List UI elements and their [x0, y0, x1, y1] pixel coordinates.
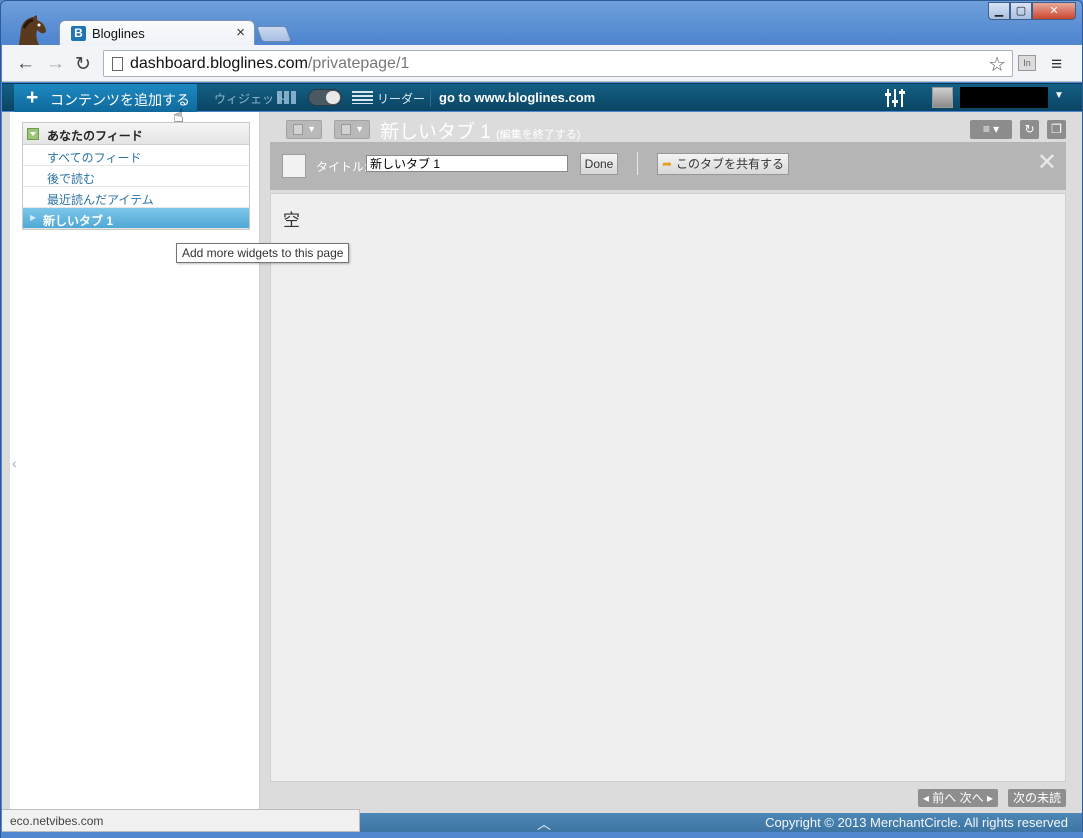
new-tab-button[interactable]: [256, 26, 292, 42]
tooltip: Add more widgets to this page: [176, 243, 350, 263]
collapse-sidebar-icon[interactable]: ‹: [12, 455, 17, 471]
browser-toolbar: ← → ↻ dashboard.bloglines.com/privatepag…: [2, 45, 1082, 82]
page-icon: [112, 57, 123, 71]
hand-cursor-icon: ☝: [173, 106, 184, 126]
username-redacted[interactable]: [960, 87, 1048, 108]
maximize-button[interactable]: ▢: [1010, 2, 1032, 20]
widget-canvas: 空: [270, 193, 1066, 782]
divider: [637, 152, 638, 175]
layout-menu-button[interactable]: ▼: [286, 120, 322, 139]
view-mode-button[interactable]: ≡ ▾: [970, 120, 1012, 139]
avatar[interactable]: [932, 87, 953, 108]
bloglines-favicon-icon: B: [71, 26, 86, 41]
window-border: [1, 832, 1083, 838]
widget-grid-icon[interactable]: [277, 91, 296, 104]
copyright: Copyright © 2013 MerchantCircle. All rig…: [765, 815, 1068, 830]
refresh-icon[interactable]: ↻: [1020, 120, 1039, 139]
sidebar-item-all-feeds[interactable]: すべてのフィード: [23, 145, 249, 166]
status-bar: eco.netvibes.com: [2, 809, 360, 832]
add-content-label: コンテンツを追加する: [50, 92, 190, 108]
main-panel: ▼ ▼ 新しいタブ 1 (編集を終了する) ≡ ▾ ↻ ❐ タイトル: Done: [270, 112, 1066, 815]
chevron-down-icon[interactable]: ▼: [1054, 90, 1064, 101]
address-bar[interactable]: dashboard.bloglines.com/privatepage/1 ☆: [103, 50, 1013, 77]
chevron-down-icon: ▼: [307, 124, 316, 134]
tab-tools: ≡ ▾ ↻ ❐: [970, 120, 1066, 139]
tab-name-heading[interactable]: 新しいタブ 1 (編集を終了する): [380, 117, 580, 144]
collapse-toggle-icon[interactable]: [27, 128, 39, 140]
page-icon: [341, 124, 351, 135]
next-label[interactable]: 次へ: [960, 791, 984, 805]
browser-window: B Bloglines × ▁ ▢ ✕ ← → ↻ dashboard.blog…: [0, 0, 1083, 838]
close-window-button[interactable]: ✕: [1032, 2, 1076, 20]
tab-title: Bloglines: [92, 26, 145, 41]
share-tab-button[interactable]: ➦ このタブを共有する: [657, 153, 790, 175]
reload-icon[interactable]: ↻: [75, 53, 91, 76]
next-unread-button[interactable]: 次の未読: [1007, 789, 1066, 807]
window-controls: ▁ ▢ ✕: [988, 2, 1076, 20]
divider: [430, 89, 431, 107]
done-button[interactable]: Done: [580, 153, 618, 175]
reader-list-icon[interactable]: [352, 91, 373, 104]
prev-next-buttons[interactable]: ◂ 前へ 次へ ▸: [917, 789, 998, 807]
url-path: /privatepage/1: [307, 55, 410, 72]
tab-strip: B Bloglines × ▁ ▢ ✕: [1, 1, 1082, 46]
tab-header: ▼ ▼ 新しいタブ 1 (編集を終了する) ≡ ▾ ↻ ❐: [270, 116, 1066, 144]
triangle-right-icon: ▶: [30, 213, 37, 222]
sidebar-item-new-tab[interactable]: ▶ 新しいタブ 1: [23, 208, 249, 229]
url-text: dashboard.bloglines.com/privatepage/1: [130, 55, 409, 73]
page-menu-button[interactable]: ▼: [334, 120, 370, 139]
finish-edit-link[interactable]: (編集を終了する): [496, 129, 580, 141]
tab-name: 新しいタブ 1: [380, 122, 491, 143]
app-topbar: + コンテンツを追加する ウィジェット リーダー go to www.blogl…: [2, 83, 1082, 114]
close-icon[interactable]: ✕: [1037, 148, 1057, 177]
widget-view-label[interactable]: ウィジェット: [214, 90, 286, 107]
chevron-up-icon[interactable]: ︿: [537, 814, 551, 834]
tab-close-icon[interactable]: ×: [236, 24, 245, 41]
plus-icon: +: [26, 86, 39, 109]
horse-logo-icon: [19, 15, 46, 45]
window-icon[interactable]: ❐: [1047, 120, 1066, 139]
minimize-button[interactable]: ▁: [988, 2, 1010, 20]
share-arrow-icon: ➦: [662, 157, 673, 171]
tab-icon-picker[interactable]: [282, 154, 306, 178]
add-content-button[interactable]: + コンテンツを追加する: [14, 84, 197, 114]
feed-box-header[interactable]: あなたのフィード: [23, 123, 249, 145]
layout-icon: [293, 124, 303, 135]
back-icon[interactable]: ←: [16, 53, 35, 75]
sidebar-item-recent[interactable]: 最近読んだアイテム: [23, 187, 249, 208]
tab-edit-bar: タイトル: Done ➦このタブを共有する ✕: [270, 142, 1066, 190]
empty-state-text: 空: [283, 211, 300, 230]
goto-bloglines-link[interactable]: go to www.bloglines.com: [439, 90, 595, 105]
pager: ◂ 前へ 次へ ▸ 次の未読: [917, 789, 1066, 807]
browser-tab[interactable]: B Bloglines ×: [59, 20, 255, 46]
view-toggle[interactable]: [308, 89, 342, 106]
browser-menu-icon[interactable]: ≡: [1051, 54, 1062, 76]
settings-sliders-icon[interactable]: [885, 88, 905, 108]
url-host: dashboard.bloglines.com: [130, 55, 308, 72]
feed-box-title: あなたのフィード: [47, 129, 143, 143]
forward-icon[interactable]: →: [46, 53, 65, 75]
reader-view-label[interactable]: リーダー: [377, 90, 425, 107]
sidebar-item-label: 新しいタブ 1: [43, 214, 114, 228]
extension-icon[interactable]: In: [1018, 55, 1036, 71]
toggle-knob: [326, 91, 340, 104]
sidebar-item-read-later[interactable]: 後で読む: [23, 166, 249, 187]
chevron-down-icon: ▼: [355, 124, 364, 134]
content-area: あなたのフィード すべてのフィード 後で読む 最近読んだアイテム ▶ 新しいタブ…: [2, 106, 1082, 815]
prev-label[interactable]: 前へ: [932, 791, 956, 805]
tab-title-input[interactable]: [366, 155, 568, 172]
bookmark-star-icon[interactable]: ☆: [988, 52, 1006, 77]
share-tab-label: このタブを共有する: [676, 157, 785, 171]
feed-box: あなたのフィード すべてのフィード 後で読む 最近読んだアイテム ▶ 新しいタブ…: [22, 122, 250, 230]
title-label: タイトル:: [316, 160, 368, 174]
sidebar: あなたのフィード すべてのフィード 後で読む 最近読んだアイテム ▶ 新しいタブ…: [10, 112, 260, 815]
